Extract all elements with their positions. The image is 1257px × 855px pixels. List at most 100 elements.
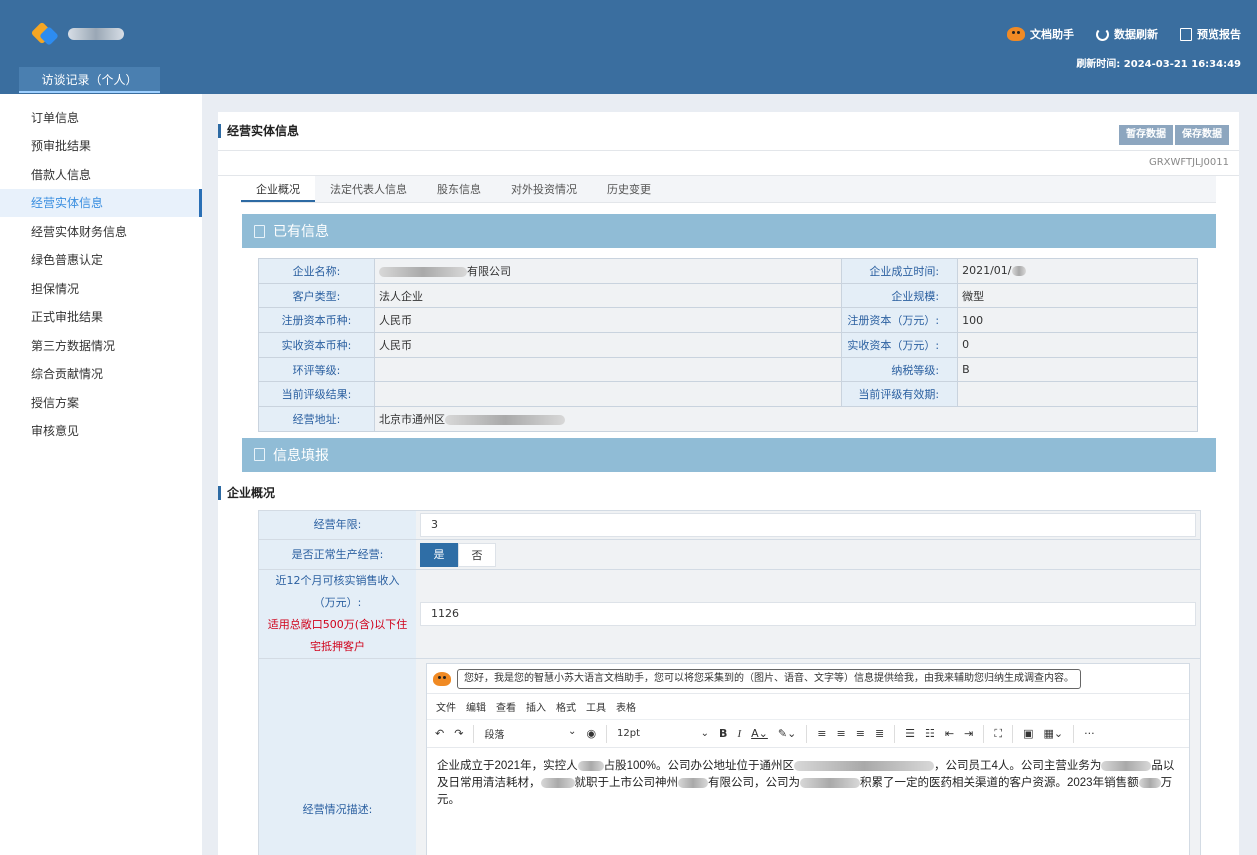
redacted-text	[540, 777, 575, 788]
info-label: 环评等级:	[258, 356, 375, 383]
font-color-icon[interactable]: A⌄	[751, 727, 768, 740]
main-header: 经营实体信息 暂存数据 保存数据	[218, 112, 1239, 151]
block-format-value: 段落	[484, 730, 505, 741]
tab-shareholders[interactable]: 股东信息	[422, 176, 496, 202]
redo-icon[interactable]: ↷	[454, 727, 463, 740]
tab-history[interactable]: 历史变更	[592, 176, 666, 202]
menu-table[interactable]: 表格	[616, 699, 636, 714]
revenue-input[interactable]: 1126	[420, 602, 1196, 626]
info-value: 2021/01/	[957, 258, 1198, 284]
tab-investments[interactable]: 对外投资情况	[496, 176, 592, 202]
save-button[interactable]: 保存数据	[1175, 125, 1229, 145]
years-input[interactable]: 3	[420, 513, 1196, 537]
menu-format[interactable]: 格式	[556, 699, 576, 714]
info-value: 100	[957, 307, 1198, 334]
table-icon[interactable]: ▦⌄	[1043, 727, 1063, 740]
app-logo	[30, 21, 124, 46]
block-format-select[interactable]: 段落 ⌄	[484, 726, 576, 741]
preview-report-button[interactable]: 预览报告	[1180, 26, 1241, 42]
existing-info-bar: 已有信息	[242, 214, 1216, 248]
preview-eye-icon[interactable]: ◉	[586, 727, 596, 740]
desc-row: 经营情况描述: 您好，我是您的智慧小苏大语言文档助手，您可以将您采集到的（图片、…	[258, 658, 1201, 855]
sidebar-item-green[interactable]: 绿色普惠认定	[0, 246, 202, 275]
assistant-tip[interactable]: 您好，我是您的智慧小苏大语言文档助手，您可以将您采集到的（图片、语音、文字等）信…	[457, 668, 1081, 689]
yes-option[interactable]: 是	[420, 542, 458, 567]
bold-icon[interactable]: B	[719, 727, 727, 740]
info-value: 人民币	[373, 307, 843, 334]
sidebar-item-entity-finance[interactable]: 经营实体财务信息	[0, 217, 202, 246]
normal-row: 是否正常生产经营: 是 否	[258, 539, 1201, 569]
table-row: 注册资本币种: 人民币 注册资本（万元）: 100	[258, 307, 1198, 334]
align-justify-icon[interactable]: ≣	[875, 727, 884, 740]
font-size-value: 12pt	[617, 728, 641, 739]
menu-view[interactable]: 查看	[496, 699, 516, 714]
undo-icon[interactable]: ↶	[435, 727, 444, 740]
image-icon[interactable]: ▣	[1023, 727, 1033, 740]
sidebar-item-guarantee[interactable]: 担保情况	[0, 274, 202, 303]
info-value: 有限公司	[373, 258, 843, 284]
info-label: 企业规模:	[841, 282, 959, 309]
temp-save-button[interactable]: 暂存数据	[1119, 125, 1173, 145]
info-value: B	[957, 356, 1198, 383]
table-row: 客户类型: 法人企业 企业规模: 微型	[258, 282, 1198, 309]
bullet-list-icon[interactable]: ☰	[905, 727, 915, 740]
fullscreen-icon[interactable]: ⛶	[994, 727, 1002, 741]
outdent-icon[interactable]: ⇤	[945, 727, 954, 740]
menu-insert[interactable]: 插入	[526, 699, 546, 714]
redacted-text	[1101, 760, 1152, 771]
info-label: 纳税等级:	[841, 356, 959, 383]
italic-icon[interactable]: I	[737, 728, 741, 740]
sidebar-item-review[interactable]: 审核意见	[0, 417, 202, 446]
font-size-select[interactable]: 12pt ⌄	[617, 728, 709, 739]
preview-report-label: 预览报告	[1197, 28, 1241, 41]
menu-edit[interactable]: 编辑	[466, 699, 486, 714]
module-tab-interview[interactable]: 访谈记录（个人）	[19, 67, 160, 93]
sidebar-item-credit-plan[interactable]: 授信方案	[0, 388, 202, 417]
tab-legal-rep[interactable]: 法定代表人信息	[315, 176, 422, 202]
revenue-row: 近12个月可核实销售收入（万元）: 适用总敞口500万(含)以下住宅抵押客户 1…	[258, 569, 1201, 658]
sidebar-item-borrower[interactable]: 借款人信息	[0, 160, 202, 189]
doc-assistant-button[interactable]: 文档助手	[1007, 26, 1074, 42]
sidebar-item-third-party[interactable]: 第三方数据情况	[0, 331, 202, 360]
info-value: 人民币	[373, 332, 843, 358]
align-right-icon[interactable]: ≡	[856, 727, 865, 740]
info-value	[373, 381, 843, 408]
table-row: 企业名称: 有限公司 企业成立时间: 2021/01/	[258, 258, 1198, 284]
editor-menubar: 文件 编辑 查看 插入 格式 工具 表格	[427, 694, 1189, 720]
sidebar-item-order[interactable]: 订单信息	[0, 103, 202, 132]
more-icon[interactable]: ···	[1084, 727, 1095, 740]
highlight-icon[interactable]: ✎⌄	[778, 727, 796, 740]
sidebar-item-business-entity[interactable]: 经营实体信息	[0, 188, 202, 217]
no-option[interactable]: 否	[458, 542, 496, 567]
chevron-down-icon: ⌄	[568, 726, 577, 737]
info-label: 实收资本（万元）:	[841, 332, 959, 358]
revenue-cell: 1126	[416, 570, 1200, 658]
indent-icon[interactable]: ⇥	[964, 727, 973, 740]
align-left-icon[interactable]: ≡	[817, 727, 826, 740]
sidebar-item-formal-approval[interactable]: 正式审批结果	[0, 303, 202, 332]
sidebar-item-contribution[interactable]: 综合贡献情况	[0, 360, 202, 389]
data-refresh-button[interactable]: 数据刷新	[1096, 26, 1158, 42]
redacted-text	[800, 777, 860, 788]
existing-info-title: 已有信息	[273, 224, 329, 240]
toolbar-divider	[1073, 724, 1075, 743]
numbered-list-icon[interactable]: ☷	[925, 727, 935, 740]
sidebar-item-pre-approval[interactable]: 预审批结果	[0, 132, 202, 161]
logo-name-redacted	[68, 28, 124, 40]
report-icon	[1180, 27, 1192, 41]
toolbar-divider	[1012, 724, 1014, 743]
info-value: 北京市通州区	[374, 406, 1198, 432]
menu-tools[interactable]: 工具	[586, 699, 606, 714]
menu-file[interactable]: 文件	[436, 699, 456, 714]
editor-content[interactable]: 企业成立于2021年，实控人 占股100%。公司办公地址位于通州区 ，公司员工4人。…	[427, 748, 1189, 819]
edit-icon	[254, 448, 265, 462]
redacted-text	[577, 760, 604, 771]
align-center-icon[interactable]: ≡	[837, 727, 846, 740]
content-text: 企业成立于2021年，实控人	[437, 760, 578, 772]
refresh-time: 刷新时间: 2024-03-21 16:34:49	[1076, 59, 1241, 70]
redacted-text	[1138, 777, 1161, 788]
toolbar-divider	[606, 724, 608, 743]
tab-bar: 企业概况 法定代表人信息 股东信息 对外投资情况 历史变更	[241, 176, 1216, 203]
header-actions: 文档助手 数据刷新 预览报告	[1007, 26, 1241, 42]
tab-company-overview[interactable]: 企业概况	[241, 176, 315, 202]
